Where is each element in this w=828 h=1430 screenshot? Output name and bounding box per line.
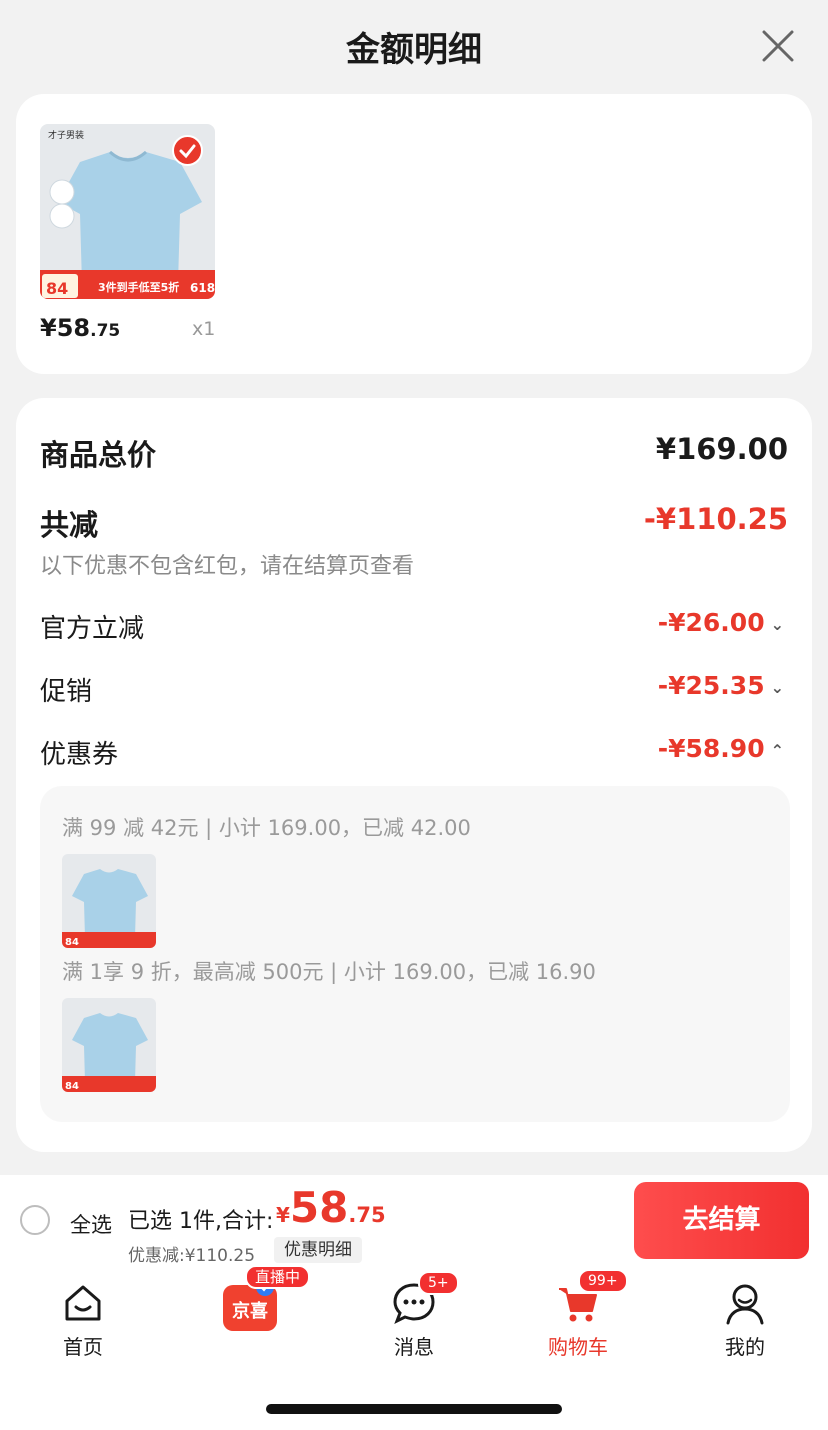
header: 金额明细: [0, 0, 828, 92]
message-badge: 5+: [418, 1271, 459, 1295]
coupon-value: -¥58.90: [657, 734, 765, 763]
home-indicator: [266, 1404, 562, 1414]
tab-cart-label: 购物车: [548, 1335, 608, 1359]
tab-jingxi[interactable]: 京喜 直播中: [190, 1265, 311, 1335]
official-discount-value: -¥26.00: [657, 608, 765, 637]
select-all-radio[interactable]: [20, 1205, 50, 1235]
discount-summary: 优惠减:¥110.25: [128, 1246, 256, 1266]
person-icon: [726, 1284, 764, 1325]
total-int: 58: [289, 1183, 349, 1232]
coupon-row[interactable]: -¥58.90 ⌃: [658, 734, 784, 763]
product-price: ¥58.75: [40, 314, 120, 342]
chevron-up-icon: ⌃: [770, 740, 784, 760]
coupon-item-image: 84: [62, 998, 156, 1092]
svg-text:84: 84: [65, 1081, 79, 1092]
tab-profile[interactable]: 我的: [685, 1281, 805, 1360]
image-badge: 618: [190, 281, 215, 295]
promotion-row[interactable]: -¥25.35 ⌄: [658, 671, 784, 700]
discount-label: 共减: [40, 508, 99, 542]
official-discount-label: 官方立减: [40, 614, 145, 644]
selected-count: 已选 1件,合计:: [128, 1209, 274, 1234]
total-dec: .75: [348, 1203, 386, 1227]
select-all-label[interactable]: 全选: [70, 1209, 112, 1239]
chevron-down-icon: ⌄: [770, 677, 784, 697]
product-card: 才子男装 84 3件到手低至5折 618 ¥58.75 x1: [16, 94, 812, 374]
currency-symbol: ¥: [276, 1203, 290, 1227]
cart-badge: 99+: [578, 1269, 628, 1293]
tab-cart[interactable]: 99+ 购物车: [518, 1269, 638, 1360]
summary-card: 商品总价 ¥169.00 共减 -¥110.25 以下优惠不包含红包，请在结算页…: [16, 398, 812, 1152]
tab-messages-label: 消息: [394, 1335, 434, 1359]
coupon-rule-1: 满 99 减 42元 | 小计 169.00，已减 42.00: [62, 816, 471, 840]
svg-text:84: 84: [65, 937, 79, 948]
image-promo-price: 84: [46, 279, 68, 298]
discount-value: -¥110.25: [643, 502, 788, 536]
official-discount-row[interactable]: -¥26.00 ⌄: [658, 608, 784, 637]
promotion-label: 促销: [40, 677, 93, 707]
close-icon[interactable]: [758, 26, 798, 66]
selected-check-icon[interactable]: [172, 135, 203, 166]
price-int: ¥58: [40, 314, 91, 342]
chevron-down-icon: ⌄: [770, 614, 784, 634]
coupon-rule-2: 满 1享 9 折，最高减 500元 | 小计 169.00，已减 16.90: [62, 960, 596, 984]
discount-detail-button[interactable]: 优惠明细: [274, 1237, 362, 1263]
home-icon: [65, 1285, 101, 1321]
total-label: 商品总价: [40, 438, 157, 472]
tab-jingxi-label: 京喜: [232, 1300, 268, 1322]
coupon-label: 优惠券: [40, 740, 119, 770]
live-badge: 直播中: [245, 1265, 311, 1289]
coupon-item-image: 84: [62, 854, 156, 948]
coupon-detail-panel: 满 99 减 42元 | 小计 169.00，已减 42.00 84 满 1享 …: [40, 786, 790, 1122]
checkout-bar: 全选 已选 1件,合计: ¥58.75 优惠减:¥110.25 优惠明细 去结算: [0, 1175, 828, 1267]
tab-home[interactable]: 首页: [23, 1281, 143, 1360]
price-dec: .75: [90, 321, 121, 341]
page-title: 金额明细: [346, 30, 482, 70]
product-qty: x1: [192, 318, 216, 340]
checkout-button[interactable]: 去结算: [634, 1182, 809, 1259]
tab-profile-label: 我的: [725, 1335, 765, 1359]
total-value: ¥169.00: [655, 432, 788, 466]
total-amount: ¥58.75: [276, 1183, 386, 1232]
discount-note: 以下优惠不包含红包，请在结算页查看: [40, 554, 415, 579]
promotion-value: -¥25.35: [657, 671, 765, 700]
tab-home-label: 首页: [63, 1335, 103, 1359]
image-promo-text: 3件到手低至5折: [98, 280, 179, 294]
tab-messages[interactable]: 5+ 消息: [354, 1271, 474, 1360]
image-brand: 才子男装: [48, 129, 84, 141]
